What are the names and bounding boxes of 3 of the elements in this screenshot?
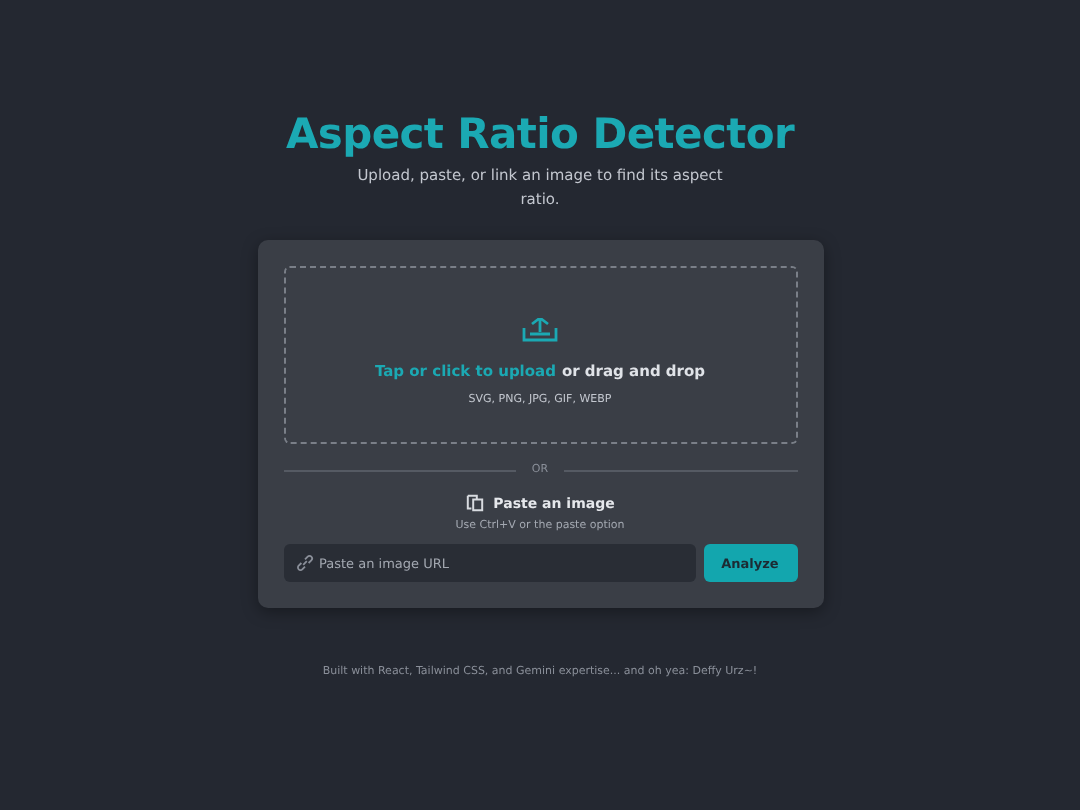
app-title: Aspect Ratio Detector	[285, 110, 795, 158]
clipboard-icon	[465, 494, 484, 512]
upload-icon	[522, 317, 558, 341]
